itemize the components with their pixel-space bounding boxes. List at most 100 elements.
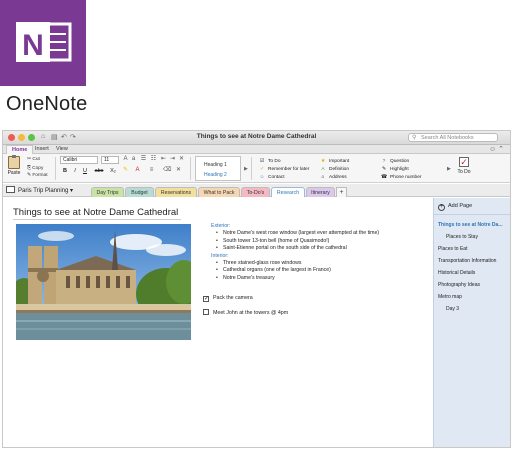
style-heading-1[interactable]: Heading 1 (204, 162, 227, 168)
numbering-icon[interactable]: ☷ (150, 156, 157, 163)
page-item-transportation[interactable]: Transportation Information (438, 258, 496, 264)
styles-gallery[interactable]: Heading 1 Heading 2 (195, 156, 241, 181)
format-painter-button[interactable]: ✎ Format (27, 173, 48, 178)
menu-tabs: Home Insert View ☺ ⌃ (3, 145, 510, 154)
copy-label: Copy (32, 166, 44, 171)
checkbox-label: Pack the camera (213, 295, 253, 301)
todo-tag-button[interactable]: ✓ To Do (454, 157, 474, 175)
search-notebooks-input[interactable]: ⚲ Search All Notebooks (408, 133, 498, 142)
section-tab-budget[interactable]: Budget (125, 187, 154, 197)
checkbox-label: Meet John at the towers @ 4pm (213, 310, 289, 316)
search-icon: ⚲ (412, 135, 417, 141)
section-bar: Paris Trip Planning ▾ Day Trips Budget R… (3, 184, 510, 197)
tag-address[interactable]: ⌂ Address (320, 175, 347, 180)
page-item-places-to-stay[interactable]: Places to Stay (446, 234, 478, 240)
page-item-metro-map[interactable]: Metro map (438, 294, 462, 300)
tags-expand-icon[interactable]: ▶ (447, 166, 451, 172)
cut-label: Cut (32, 157, 40, 162)
divider (251, 157, 252, 180)
feedback-smiley-icon[interactable]: ☺ ⌃ (489, 145, 504, 154)
tag-remember[interactable]: ✓ Remember for later (259, 167, 309, 172)
shrink-font-icon[interactable]: a (130, 156, 137, 163)
section-tab-reservations[interactable]: Reservations (155, 187, 197, 197)
highlight-color-icon[interactable]: ✎ (122, 167, 129, 174)
notebook-picker[interactable]: Paris Trip Planning ▾ (6, 186, 73, 195)
tag-question[interactable]: ? Question (381, 159, 410, 164)
grow-font-icon[interactable]: A (122, 156, 129, 163)
style-heading-2[interactable]: Heading 2 (204, 172, 227, 178)
subscript-button[interactable]: X₂ (108, 167, 118, 175)
tag-contact[interactable]: ☺ Contact (259, 175, 285, 180)
tag-label: Highlight (390, 167, 409, 172)
tab-view[interactable]: View (51, 145, 73, 154)
font-color-icon[interactable]: A (134, 167, 141, 174)
bold-button[interactable]: B (61, 167, 69, 175)
ribbon-home: Paste ✂ Cut ⎘ Copy ✎ Format Calibri 11 A… (3, 154, 510, 183)
checkbox-item[interactable]: ✓ Pack the camera (203, 295, 253, 302)
page-title[interactable]: Things to see at Notre Dame Cathedral (13, 207, 178, 218)
tags-gallery: ☑ To Do ★ Important ? Question ✓ Remember fo… (255, 156, 448, 181)
underline-button[interactable]: U (81, 167, 89, 175)
divider (55, 157, 56, 180)
tag-label: To Do (268, 159, 281, 164)
italic-button[interactable]: I (71, 167, 79, 175)
list-item: Three stained-glass rose windows (211, 260, 431, 268)
brand-header: N OneNote (0, 0, 512, 128)
notes-outline[interactable]: Exterior: Notre Dame's west rose window … (211, 223, 431, 283)
page-item-places-to-eat[interactable]: Places to Eat (438, 246, 467, 252)
onenote-logo: N (0, 0, 86, 86)
notre-dame-photo[interactable] (16, 224, 191, 340)
tag-definition[interactable]: A Definition (320, 167, 349, 172)
question-icon: ? (382, 159, 386, 164)
section-tab-day-trips[interactable]: Day Trips (91, 187, 124, 197)
section-tab-research[interactable]: Research (271, 187, 305, 197)
divider (190, 157, 191, 180)
tag-highlight[interactable]: ✎ Highlight (381, 167, 409, 172)
tag-label: Question (390, 159, 410, 164)
checked-checkbox[interactable]: ✓ (203, 296, 209, 302)
title-bar: ⌂ ▤ ↶ ↷ Things to see at Notre Dame Cath… (3, 131, 510, 145)
exterior-heading: Exterior: (211, 223, 231, 229)
indent-icon[interactable]: ⇥ (169, 156, 176, 163)
cut-button[interactable]: ✂ Cut (27, 157, 40, 162)
section-tab-what-to-pack[interactable]: What to Pack (198, 187, 240, 197)
align-icon[interactable]: ≡ (148, 167, 155, 174)
page-item-historical-details[interactable]: Historical Details (438, 270, 475, 276)
section-tab-to-dos[interactable]: To-Do's (241, 187, 270, 197)
section-tab-itinerary[interactable]: Itinerary (306, 187, 335, 197)
erase-icon[interactable]: ⌫ (163, 167, 171, 174)
list-item: Notre Dame's treasury (211, 275, 431, 283)
styles-expand-icon[interactable]: ▶ (244, 166, 248, 172)
paste-button[interactable]: Paste (6, 155, 22, 176)
delete-icon[interactable]: ✕ (175, 167, 182, 174)
star-icon: ★ (320, 159, 326, 164)
tag-label: Contact (268, 175, 285, 180)
strikethrough-button[interactable]: abc (93, 167, 105, 175)
notebook-name: Paris Trip Planning (18, 188, 69, 194)
page-item-things-to-see[interactable]: Things to see at Notre Da... (438, 222, 502, 228)
outdent-icon[interactable]: ⇤ (160, 156, 167, 163)
add-page-button[interactable]: + Add Page (438, 203, 472, 211)
title-underline (13, 219, 181, 220)
bullets-icon[interactable]: ☰ (140, 156, 147, 163)
tag-phone[interactable]: ☎ Phone number (381, 175, 421, 180)
tag-label: Address (329, 175, 347, 180)
note-page[interactable]: Things to see at Notre Dame Cathedral Ex… (3, 198, 433, 447)
tag-important[interactable]: ★ Important (320, 159, 349, 164)
phone-icon: ☎ (381, 175, 387, 180)
clear-format-icon[interactable]: ✕ (178, 156, 185, 163)
font-name-select[interactable]: Calibri (60, 156, 98, 164)
list-item: South tower 13-ton bell (home of Quasimo… (211, 238, 431, 246)
add-section-button[interactable]: + (336, 187, 347, 197)
font-size-select[interactable]: 11 (101, 156, 119, 164)
checkbox-item[interactable]: Meet John at the towers @ 4pm (203, 309, 288, 316)
page-item-day-3[interactable]: Day 3 (446, 306, 459, 312)
definition-icon: A (321, 167, 325, 172)
divider (434, 214, 510, 215)
copy-button[interactable]: ⎘ Copy (27, 165, 43, 171)
todo-checkbox-icon: ✓ (459, 157, 469, 167)
unchecked-checkbox[interactable] (203, 309, 209, 315)
tag-to-do[interactable]: ☑ To Do (259, 159, 281, 164)
page-item-photography-ideas[interactable]: Photography Ideas (438, 282, 480, 288)
list-item: Saint-Etienne portal on the south side o… (211, 245, 431, 253)
